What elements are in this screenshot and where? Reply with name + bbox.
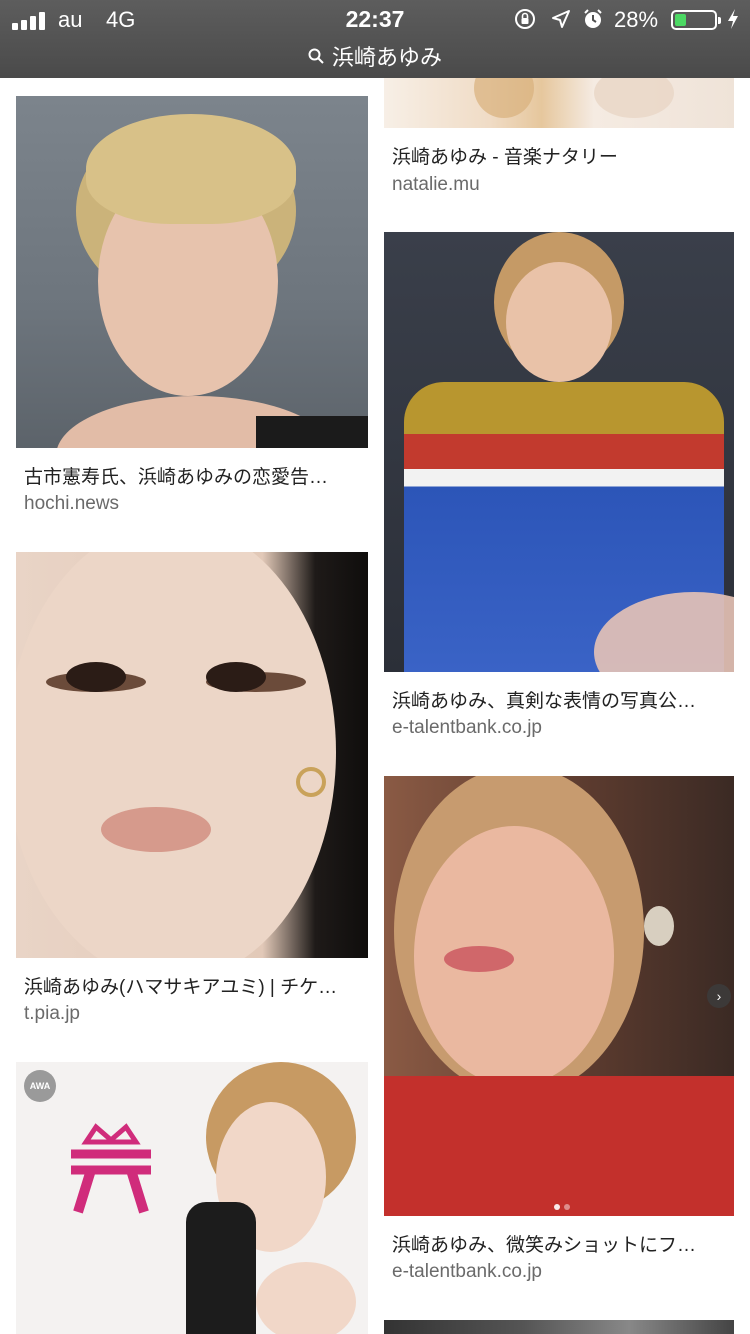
result-caption[interactable]: 浜崎あゆみ、微笑みショットにフ… (392, 1230, 732, 1257)
awa-badge: AWA (24, 1070, 56, 1102)
next-image-button[interactable]: › (707, 984, 731, 1008)
location-arrow-icon (552, 10, 570, 28)
result-card[interactable]: AWA (16, 1062, 368, 1334)
result-source: t.pia.jp (24, 1003, 80, 1024)
result-image[interactable] (384, 232, 734, 672)
alarm-icon (584, 9, 602, 28)
result-caption[interactable]: 浜崎あゆみ - 音楽ナタリー (392, 142, 732, 169)
orientation-lock-icon (515, 9, 535, 29)
charging-icon (728, 9, 738, 29)
result-image[interactable] (16, 96, 368, 448)
status-bar: au 4G 22:37 28% (0, 0, 750, 40)
search-query-bar[interactable]: 浜崎あゆみ (0, 40, 750, 70)
search-icon (308, 48, 324, 64)
result-card[interactable]: 浜崎あゆみ、真剣な表情の写真公… e-talentbank.co.jp (384, 232, 734, 742)
crown-logo-icon (71, 1123, 151, 1214)
result-source: natalie.mu (392, 174, 480, 195)
battery-percent: 28% (614, 7, 659, 32)
battery-icon (671, 10, 721, 30)
carousel-dot (554, 1204, 560, 1210)
result-card[interactable]: 浜崎あゆみ(ハマサキアユミ) | チケ… t.pia.jp (16, 552, 368, 1028)
carousel-dot (564, 1204, 570, 1210)
result-source: e-talentbank.co.jp (392, 717, 542, 738)
result-source: e-talentbank.co.jp (392, 1261, 542, 1282)
result-card[interactable]: › 浜崎あゆみ、微笑みショットにフ… e-talentbank.co.jp (384, 776, 734, 1286)
battery-level-fill (675, 14, 686, 26)
result-image[interactable]: AWA (16, 1062, 368, 1334)
result-card[interactable] (384, 1320, 734, 1334)
top-bar: au 4G 22:37 28% 浜崎あゆみ (0, 0, 750, 78)
result-image[interactable] (16, 552, 368, 958)
result-image[interactable] (384, 1320, 734, 1334)
result-caption[interactable]: 浜崎あゆみ(ハマサキアユミ) | チケ… (24, 972, 364, 999)
result-caption[interactable]: 古市憲寿氏、浜崎あゆみの恋愛告… (24, 462, 364, 489)
search-query-text: 浜崎あゆみ (331, 45, 442, 70)
result-card[interactable]: 古市憲寿氏、浜崎あゆみの恋愛告… hochi.news (16, 96, 368, 516)
result-caption[interactable]: 浜崎あゆみ、真剣な表情の写真公… (392, 686, 732, 713)
result-card[interactable]: 浜崎あゆみ - 音楽ナタリー natalie.mu (384, 78, 734, 198)
result-image[interactable] (384, 78, 734, 128)
result-source: hochi.news (24, 493, 120, 514)
result-image[interactable]: › (384, 776, 734, 1216)
